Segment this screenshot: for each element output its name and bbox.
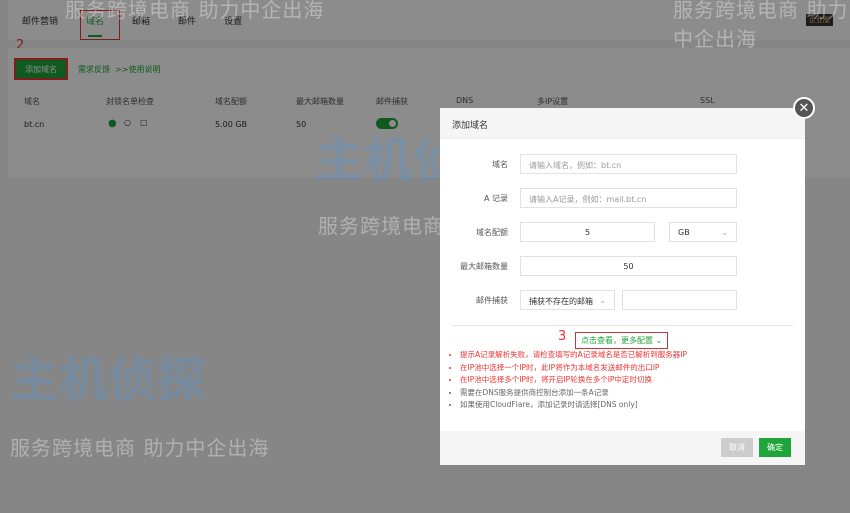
add-domain-dialog: 添加域名 域名 请输入域名，例如：bt.cn A 记录 请输入A记录，例如：mail… bbox=[440, 108, 805, 465]
divider bbox=[452, 325, 793, 326]
quota-unit-value: GB bbox=[678, 228, 690, 237]
quota-input[interactable]: 5 bbox=[520, 222, 655, 242]
catch-target-input[interactable] bbox=[622, 290, 737, 310]
dialog-footer: 取消 确定 bbox=[440, 431, 805, 465]
max-mailbox-input[interactable]: 50 bbox=[520, 256, 737, 276]
more-config-toggle[interactable]: 点击查看，更多配置 ⌄ bbox=[575, 332, 669, 349]
domain-input[interactable]: 请输入域名，例如：bt.cn bbox=[520, 154, 737, 174]
step-3-label: 3 bbox=[558, 329, 567, 344]
catch-select[interactable]: 捕获不存在的邮箱 ⌄ bbox=[520, 290, 615, 310]
a-record-label: A 记录 bbox=[483, 194, 508, 203]
chevron-down-icon: ⌄ bbox=[721, 228, 728, 237]
tip-item: 需要在DNS服务提供商控制台添加一条A记录 bbox=[460, 387, 687, 400]
confirm-button[interactable]: 确定 bbox=[759, 438, 791, 457]
cancel-button[interactable]: 取消 bbox=[721, 438, 753, 457]
tip-item: 如果使用CloudFlare，添加记录时请选择[DNS only] bbox=[460, 399, 687, 412]
a-record-input[interactable]: 请输入A记录，例如：mail.bt.cn bbox=[520, 188, 737, 208]
catch-label: 邮件捕获 bbox=[476, 296, 508, 305]
domain-label: 域名 bbox=[492, 160, 508, 169]
dialog-title: 添加域名 bbox=[440, 108, 805, 139]
max-mailbox-label: 最大邮箱数量 bbox=[460, 262, 508, 271]
chevron-down-icon: ⌄ bbox=[655, 336, 663, 345]
tip-item: 在IP池中选择一个IP时，此IP将作为本域名发送邮件的出口IP bbox=[460, 362, 687, 375]
tip-item: 在IP池中选择多个IP时，将开启IP轮换在多个IP中定时切换 bbox=[460, 374, 687, 387]
more-config-label: 点击查看，更多配置 bbox=[581, 336, 653, 345]
close-icon[interactable]: ✕ bbox=[793, 97, 815, 119]
tip-item: 提示A记录解析失败，请检查填写的A记录域名是否已解析到服务器IP bbox=[460, 349, 687, 362]
quota-unit-select[interactable]: GB ⌄ bbox=[669, 222, 737, 242]
chevron-down-icon: ⌄ bbox=[599, 296, 606, 305]
catch-value: 捕获不存在的邮箱 bbox=[529, 297, 593, 306]
tips-list: 提示A记录解析失败，请检查填写的A记录域名是否已解析到服务器IP 在IP池中选择… bbox=[460, 349, 687, 412]
quota-label: 域名配额 bbox=[476, 228, 508, 237]
